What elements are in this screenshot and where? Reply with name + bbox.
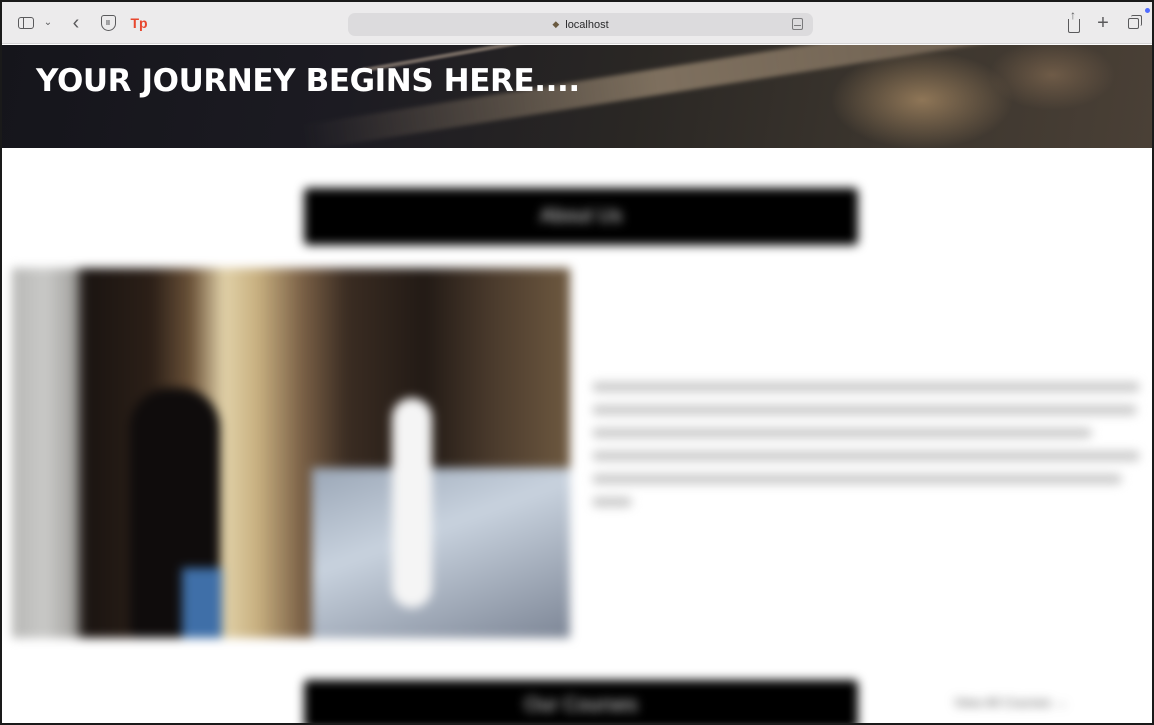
back-button[interactable]: ‹ xyxy=(68,13,84,33)
view-all-courses-link[interactable]: View All Courses → xyxy=(954,695,1068,710)
shield-icon[interactable]: II xyxy=(98,13,118,33)
url-text: localhost xyxy=(565,18,609,31)
about-us-button[interactable]: About Us xyxy=(304,188,858,245)
text-line xyxy=(592,428,1092,438)
about-text-block xyxy=(592,382,1142,520)
text-line xyxy=(592,405,1137,415)
reader-mode-icon[interactable] xyxy=(792,18,803,30)
about-us-label: About Us xyxy=(539,205,623,227)
extension-label: Tp xyxy=(130,15,148,31)
our-courses-button[interactable]: Our Courses xyxy=(304,680,858,723)
photo-light xyxy=(392,398,432,608)
hero-banner: YOUR JOURNEY BEGINS HERE.... xyxy=(2,45,1152,148)
chevron-down-icon[interactable]: ⌄ xyxy=(42,13,54,33)
text-line xyxy=(592,451,1140,461)
sidebar-toggle-icon[interactable] xyxy=(16,13,36,33)
new-tab-button[interactable]: + xyxy=(1095,13,1111,33)
tp-extension-icon[interactable]: Tp xyxy=(128,13,150,33)
browser-window: ⌄ ‹ II Tp ◆ localhost + YOUR JOURNEY BEG… xyxy=(0,0,1154,725)
text-line xyxy=(592,382,1140,392)
about-photo xyxy=(12,268,570,638)
photo-floor xyxy=(312,468,570,638)
share-icon[interactable] xyxy=(1066,9,1082,33)
address-bar[interactable]: ◆ localhost xyxy=(348,13,813,36)
our-courses-label: Our Courses xyxy=(524,693,638,716)
tab-overview-icon[interactable] xyxy=(1126,13,1144,33)
site-favicon: ◆ xyxy=(552,19,560,29)
photo-person-jeans xyxy=(182,568,222,638)
text-line xyxy=(592,474,1122,484)
text-line xyxy=(592,497,632,507)
hero-title: YOUR JOURNEY BEGINS HERE.... xyxy=(36,63,580,99)
browser-toolbar: ⌄ ‹ II Tp ◆ localhost + xyxy=(2,2,1152,44)
notification-dot xyxy=(1145,8,1150,13)
